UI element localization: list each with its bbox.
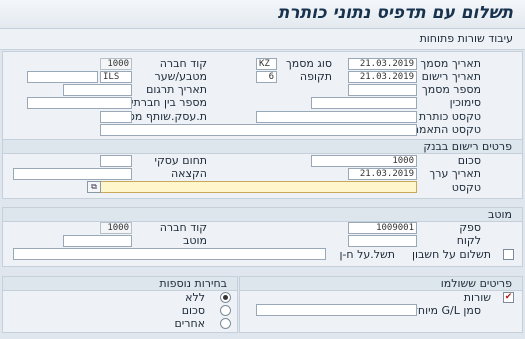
payee-field[interactable] <box>63 235 132 247</box>
payment-on-behalf-field[interactable] <box>13 248 326 260</box>
posting-date-field[interactable]: 21.03.2019 <box>348 71 417 83</box>
vendor-label: ספק <box>459 221 481 234</box>
text-field[interactable] <box>100 181 417 193</box>
application-toolbar: עיבוד שורות פתוחות <box>0 29 525 50</box>
value-date-label: תאריך ערך <box>429 167 481 180</box>
title-bar: תשלום עם תדפיס נתוני כותרת <box>0 0 525 29</box>
business-area-label: תחום עסקי <box>154 154 208 167</box>
doc-date-field[interactable]: 21.03.2019 <box>348 58 417 70</box>
trading-partner-field[interactable] <box>100 111 132 123</box>
radio-none-label: ללא <box>185 291 205 304</box>
assignment-field[interactable] <box>13 168 132 180</box>
customer-field[interactable] <box>348 235 417 247</box>
special-gl-field[interactable] <box>256 304 417 316</box>
currency-rate-label: מטבע/שער <box>154 70 207 83</box>
doc-number-field[interactable] <box>348 84 417 96</box>
payment-screen: תשלום עם תדפיס נתוני כותרת עיבוד שורות פ… <box>0 0 525 339</box>
period-label: תקופה <box>299 70 332 83</box>
company-code-field[interactable]: 1000 <box>100 58 132 70</box>
lines-label: שורות <box>463 291 491 304</box>
amount-field[interactable]: 1000 <box>311 155 417 167</box>
currency-field[interactable]: ILS <box>100 71 132 83</box>
customer-label: לקוח <box>456 234 481 247</box>
pay-on-account-checkbox[interactable] <box>503 249 514 260</box>
process-open-items-button[interactable]: עיבוד שורות פתוחות <box>420 32 513 45</box>
payee-company-code-field[interactable]: 1000 <box>100 222 132 234</box>
radio-others[interactable] <box>220 318 231 329</box>
page-title: תשלום עם תדפיס נתוני כותרת <box>277 3 513 23</box>
clearing-text-field[interactable] <box>100 124 417 136</box>
additional-selections-header: בחירות נוספות <box>3 277 237 291</box>
amount-label: סכום <box>457 154 481 167</box>
payee-header: מוטב <box>3 208 522 222</box>
payee-company-code-label: קוד חברה <box>159 221 207 234</box>
intercompany-number-field[interactable] <box>27 97 132 109</box>
lines-checkbox[interactable]: ✔ <box>503 292 514 303</box>
intercompany-number-label: מספר בין חברתי <box>131 96 207 109</box>
pay-on-account-label: תשלום על חשבון <box>411 248 491 261</box>
radio-others-label: אחרים <box>174 317 205 330</box>
header-text-field[interactable] <box>256 111 417 123</box>
radio-amount[interactable] <box>220 305 231 316</box>
text-label: טקסט <box>451 181 481 194</box>
doc-date-label: תאריך מסמך <box>420 57 481 70</box>
exchange-rate-field[interactable] <box>27 71 98 83</box>
paid-items-header: פריטים ששולמו <box>240 277 522 291</box>
special-gl-label: סמן G/L מיוחד <box>411 304 481 317</box>
assignment-label: הקצאה <box>170 167 207 180</box>
vendor-field[interactable]: 1009001 <box>348 222 417 234</box>
doc-number-label: מספר מסמך <box>421 83 481 96</box>
company-code-label: קוד חברה <box>159 57 207 70</box>
reference-label: סימוכין <box>449 96 481 109</box>
payee-label: מוטב <box>183 234 207 247</box>
radio-none[interactable] <box>220 292 231 303</box>
long-text-icon[interactable]: ⧉ <box>87 181 101 193</box>
posting-date-label: תאריך רישום <box>421 70 481 83</box>
radio-amount-label: סכום <box>181 304 205 317</box>
translation-date-label: תאריך תרגום <box>146 83 207 96</box>
doc-type-label: סוג מסמך <box>285 57 332 70</box>
period-field[interactable]: 6 <box>256 71 277 83</box>
clearing-text-label: טקסט התאמה <box>411 123 481 136</box>
doc-type-field[interactable]: KZ <box>256 58 277 70</box>
value-date-field[interactable]: 21.03.2019 <box>348 168 417 180</box>
bank-details-header: פרטים רישום בבנק <box>3 140 522 154</box>
business-area-field[interactable] <box>100 155 132 167</box>
payment-on-behalf-label: תשל.על ח-ן <box>339 248 395 261</box>
translation-date-field[interactable] <box>63 84 132 96</box>
reference-field[interactable] <box>311 97 417 109</box>
